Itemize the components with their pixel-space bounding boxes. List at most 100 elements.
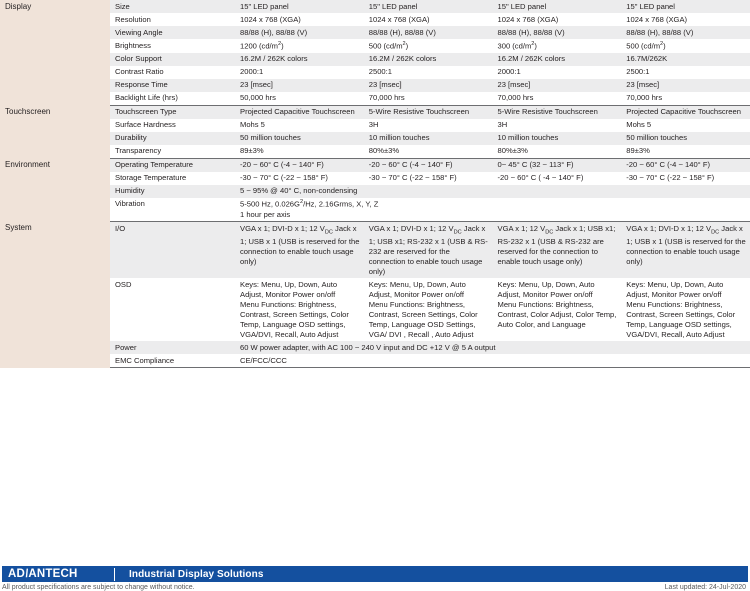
spec-value-col3: 23 [msec] — [492, 78, 622, 92]
spec-value-col1: 50,000 hrs — [235, 91, 364, 106]
table-row: Display Size 15" LED panel 15" LED panel 15"… — [0, 0, 750, 106]
spec-value-col3: 5-Wire Resistive Touchscreen — [492, 105, 622, 119]
table-row: Resolution 1024 x 768 (XGA) 1024 x 768 (XG… — [0, 13, 750, 27]
spec-label: Color Support — [110, 52, 235, 66]
spec-value-col4: 88/88 (H), 88/88 (V) — [621, 26, 750, 40]
category-cell-touchscreen: Touchscreen — [0, 105, 110, 159]
table-row: Storage Temperature -30 ~ 70° C (-22 ~ 15… — [0, 171, 750, 185]
category-cell-environment: Environment — [0, 158, 110, 222]
spec-value-col4: 15" LED panel — [621, 0, 750, 14]
spec-value-col1: Mohs 5 — [235, 118, 364, 132]
table-row: OSD Keys: Menu, Up, Down, Auto Adjust, Mo… — [0, 278, 750, 342]
table-row: Backlight Life (hrs) 50,000 hrs 70,000 hrs… — [0, 91, 750, 106]
spec-label: Viewing Angle — [110, 26, 235, 40]
spec-value-col2: 80%±3% — [363, 144, 493, 159]
spec-value-col3: 1024 x 768 (XGA) — [492, 13, 622, 27]
table-row: Viewing Angle 88/88 (H), 88/88 (V) 88/88 (… — [0, 26, 750, 40]
table-row: Power 60 W power adapter, with AC 100 ~ 2… — [0, 341, 750, 355]
spec-label: Storage Temperature — [110, 171, 235, 185]
spec-value: 5 ~ 95% @ 40° C, non-condensing — [235, 184, 750, 198]
spec-value-col3: 16.2M / 262K colors — [492, 52, 622, 66]
logo-text-part1: AD — [8, 568, 26, 580]
spec-value-col1: VGA x 1; DVI-D x 1; 12 VDC Jack x 1; USB… — [235, 221, 364, 279]
spec-value-col4: 23 [msec] — [621, 78, 750, 92]
spec-label: Vibration — [110, 197, 235, 223]
spec-label: Operating Temperature — [110, 158, 235, 172]
spec-value-col1: 50 million touches — [235, 131, 364, 145]
spec-value-col2: VGA x 1; DVI-D x 1; 12 VDC Jack x 1; USB… — [363, 221, 493, 279]
spec-value-col1: 2000:1 — [235, 65, 364, 79]
spec-value-col2: 15" LED panel — [363, 0, 493, 14]
spec-value-col1: -30 ~ 70° C (-22 ~ 158° F) — [235, 171, 364, 185]
spec-label: OSD — [110, 278, 235, 342]
table-row: Brightness 1200 (cd/m2) 500 (cd/m2) 300 (cd… — [0, 39, 750, 53]
spec-value-col3: 88/88 (H), 88/88 (V) — [492, 26, 622, 40]
category-cell-system: System — [0, 221, 110, 368]
spec-value-col1: 89±3% — [235, 144, 364, 159]
spec-label: Transparency — [110, 144, 235, 159]
spec-label: EMC Compliance — [110, 354, 235, 369]
footer-disclaimer: All product specifications are subject t… — [2, 584, 195, 591]
spec-value-col4: 70,000 hrs — [621, 91, 750, 106]
spec-label: Resolution — [110, 13, 235, 27]
spec-value-col4: Keys: Menu, Up, Down, Auto Adjust, Monit… — [621, 278, 750, 342]
spec-value-col4: Projected Capacitive Touchscreen — [621, 105, 750, 119]
specifications-table: Display Size 15" LED panel 15" LED panel 15"… — [0, 0, 750, 369]
spec-value-col2: 70,000 hrs — [363, 91, 493, 106]
spec-value-col3: 3H — [492, 118, 622, 132]
spec-value-col1: 1200 (cd/m2) — [235, 39, 364, 53]
specifications-table-body: Display Size 15" LED panel 15" LED panel 15"… — [0, 0, 750, 369]
spec-value-col4: VGA x 1; DVI-D x 1; 12 VDC Jack x 1; USB… — [621, 221, 750, 279]
spec-label: Power — [110, 341, 235, 355]
spec-value-col4: 50 million touches — [621, 131, 750, 145]
spec-value-col1: 23 [msec] — [235, 78, 364, 92]
spec-value-col4: 16.7M/262K — [621, 52, 750, 66]
category-cell-display: Display — [0, 0, 110, 106]
spec-value-col3: 2000:1 — [492, 65, 622, 79]
spec-value-col3: 15" LED panel — [492, 0, 622, 14]
spec-label: Response Time — [110, 78, 235, 92]
footer-tagline: Industrial Display Solutions — [129, 568, 264, 580]
spec-value-col2: 2500:1 — [363, 65, 493, 79]
table-row: Touchscreen Touchscreen Type Projected Cap… — [0, 105, 750, 159]
spec-value-col2: 500 (cd/m2) — [363, 39, 493, 53]
table-row: Environment Operating Temperature -20 ~ 60… — [0, 158, 750, 222]
spec-value-col2: 1024 x 768 (XGA) — [363, 13, 493, 27]
spec-label: Durability — [110, 131, 235, 145]
footer-brand-bar: AD\ANTECH Industrial Display Solutions — [2, 566, 748, 582]
table-row: Humidity 5 ~ 95% @ 40° C, non-condensing — [0, 184, 750, 198]
spec-value-col3: VGA x 1; 12 VDC Jack x 1; USB x1; RS-232… — [492, 221, 622, 279]
spec-value-col4: 2500:1 — [621, 65, 750, 79]
logo-text-part2: ANTECH — [28, 568, 78, 580]
footer-last-updated: Last updated: 24-Jul-2020 — [664, 584, 746, 591]
spec-value-col3: 80%±3% — [492, 144, 622, 159]
spec-value-col2: 23 [msec] — [363, 78, 493, 92]
spec-label: Backlight Life (hrs) — [110, 91, 235, 106]
spec-value-col1: Projected Capacitive Touchscreen — [235, 105, 364, 119]
table-row: EMC Compliance CE/FCC/CCC — [0, 354, 750, 369]
spec-value-col3: 10 million touches — [492, 131, 622, 145]
spec-label: Contrast Ratio — [110, 65, 235, 79]
spec-value-col1: 15" LED panel — [235, 0, 364, 14]
spec-value-col2: Keys: Menu, Up, Down, Auto Adjust, Monit… — [363, 278, 493, 342]
spec-value-col2: -20 ~ 60° C (-4 ~ 140° F) — [363, 158, 493, 172]
spec-value-col2: 3H — [363, 118, 493, 132]
spec-label: Brightness — [110, 39, 235, 53]
spec-value-col4: 1024 x 768 (XGA) — [621, 13, 750, 27]
spec-value-col3: -20 ~ 60° C ( -4 ~ 140° F) — [492, 171, 622, 185]
table-row: Surface Hardness Mohs 5 3H 3H Mohs 5 — [0, 118, 750, 132]
spec-value-col2: -30 ~ 70° C (-22 ~ 158° F) — [363, 171, 493, 185]
spec-value-col4: 89±3% — [621, 144, 750, 159]
table-row: Response Time 23 [msec] 23 [msec] 23 [msec]… — [0, 78, 750, 92]
spec-value-col4: -30 ~ 70° C (-22 ~ 158° F) — [621, 171, 750, 185]
spec-label: Size — [110, 0, 235, 14]
spec-value-col3: Keys: Menu, Up, Down, Auto Adjust, Monit… — [492, 278, 622, 342]
spec-label: Touchscreen Type — [110, 105, 235, 119]
table-row: Color Support 16.2M / 262K colors 16.2M / … — [0, 52, 750, 66]
spec-label: Humidity — [110, 184, 235, 198]
spec-value-col4: 500 (cd/m2) — [621, 39, 750, 53]
footer-note-row: All product specifications are subject t… — [0, 582, 750, 591]
spec-value-col1: -20 ~ 60° C (-4 ~ 140° F) — [235, 158, 364, 172]
spec-value: 60 W power adapter, with AC 100 ~ 240 V … — [235, 341, 750, 355]
table-row: Contrast Ratio 2000:1 2500:1 2000:1 2500:1 — [0, 65, 750, 79]
